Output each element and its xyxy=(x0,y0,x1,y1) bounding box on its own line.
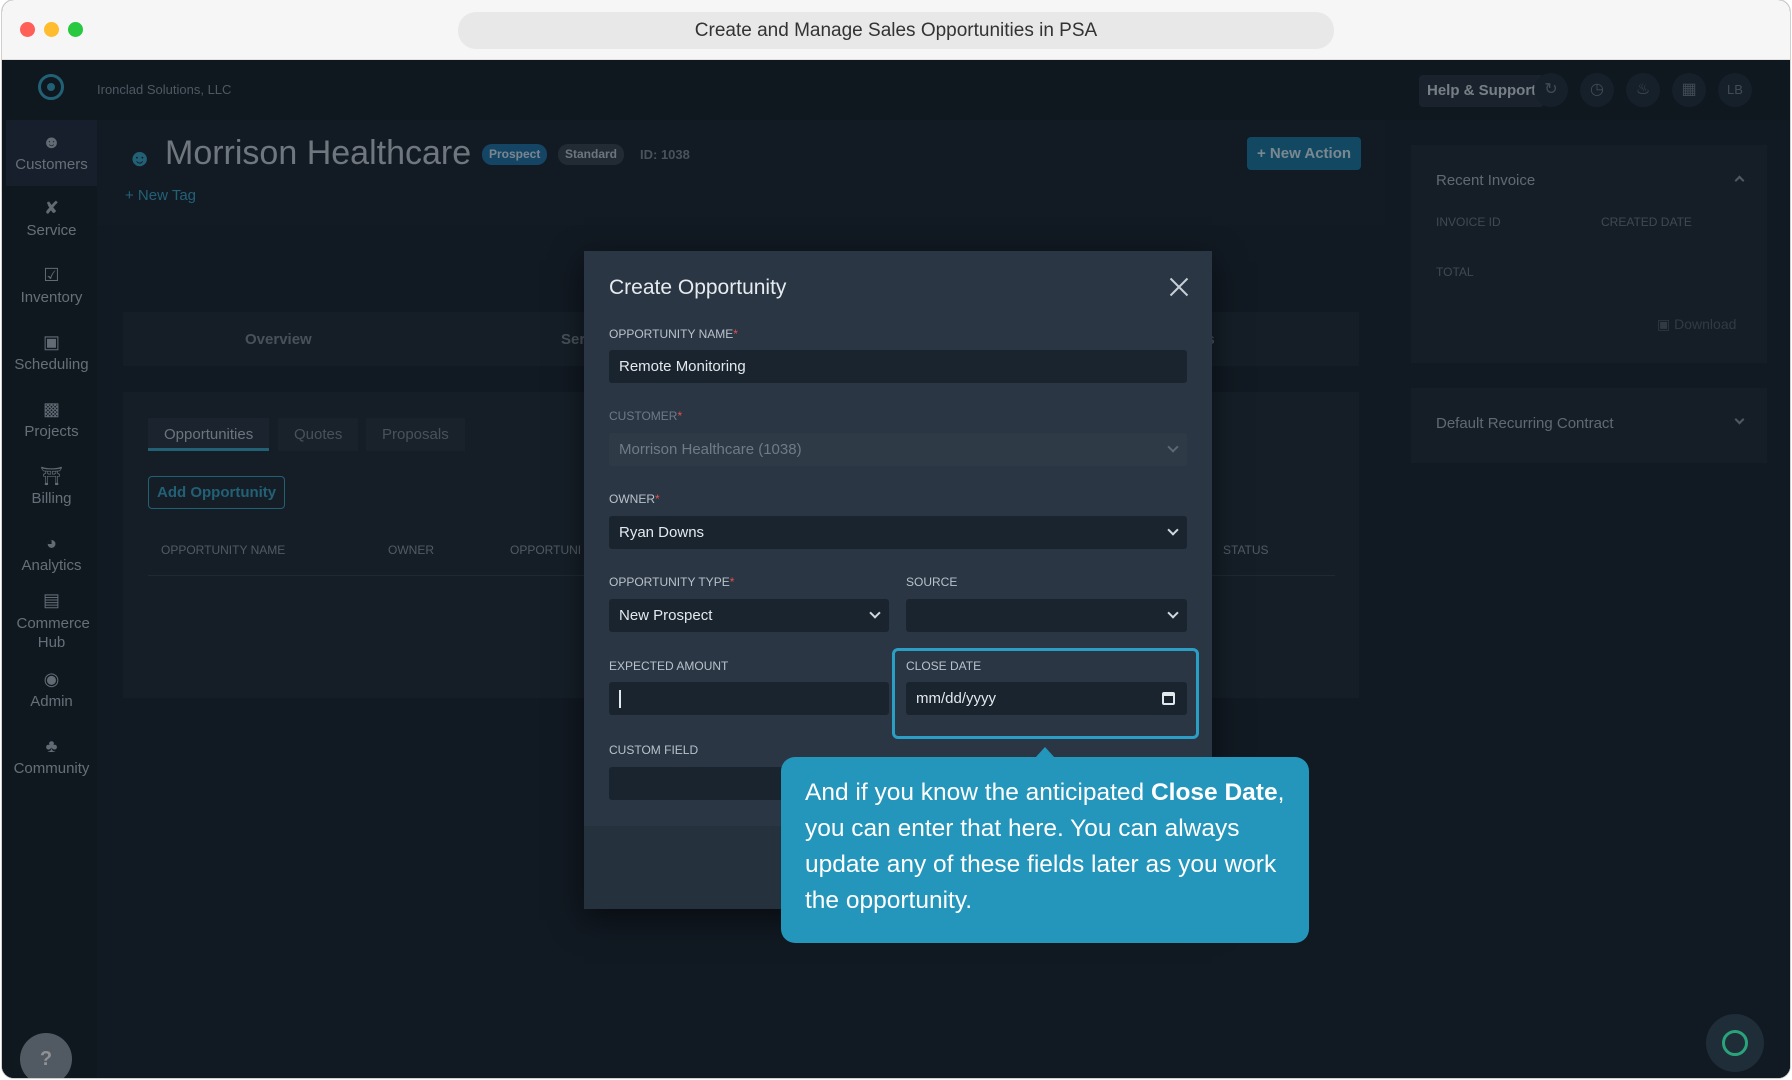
required-mark: * xyxy=(655,492,660,506)
label-text: CUSTOMER xyxy=(609,409,678,423)
required-mark: * xyxy=(733,327,738,341)
customer-value: Morrison Healthcare (1038) xyxy=(619,441,802,458)
chevron-down-icon xyxy=(1167,524,1179,536)
chevron-down-icon xyxy=(1167,441,1179,453)
owner-select[interactable]: Ryan Downs xyxy=(609,516,1187,549)
opportunity-type-select[interactable]: New Prospect xyxy=(609,599,889,632)
source-label: SOURCE xyxy=(906,575,958,589)
source-select[interactable] xyxy=(906,599,1187,632)
maximize-window-button[interactable] xyxy=(68,22,83,37)
opportunity-type-label: OPPORTUNITY TYPE* xyxy=(609,575,734,589)
title-bar: Create and Manage Sales Opportunities in… xyxy=(2,0,1790,60)
walkthrough-tooltip: And if you know the anticipated Close Da… xyxy=(781,757,1309,943)
minimize-window-button[interactable] xyxy=(44,22,59,37)
type-value: New Prospect xyxy=(619,607,713,624)
customer-select[interactable]: Morrison Healthcare (1038) xyxy=(609,433,1187,466)
owner-label: OWNER* xyxy=(609,492,660,506)
tooltip-bold-text: Close Date xyxy=(1150,779,1278,806)
browser-window: Create and Manage Sales Opportunities in… xyxy=(2,0,1790,1078)
custom-field-label: CUSTOM FIELD xyxy=(609,743,699,757)
required-mark: * xyxy=(729,575,735,589)
customer-label: CUSTOMER* xyxy=(609,409,682,423)
close-icon[interactable] xyxy=(1167,275,1191,299)
window-title: Create and Manage Sales Opportunities in… xyxy=(458,12,1334,49)
opportunity-name-label: OPPORTUNITY NAME* xyxy=(609,327,738,341)
close-date-highlight xyxy=(892,648,1199,739)
chevron-down-icon xyxy=(1167,607,1179,619)
label-text: OPPORTUNITY TYPE xyxy=(609,575,730,589)
assistant-chat-icon[interactable] xyxy=(1706,1014,1764,1072)
text-cursor xyxy=(619,690,621,708)
modal-title: Create Opportunity xyxy=(609,276,787,299)
expected-amount-input[interactable] xyxy=(609,682,889,715)
required-mark: * xyxy=(677,409,683,423)
tooltip-text: And if you know the anticipated xyxy=(805,779,1151,806)
label-text: OPPORTUNITY NAME xyxy=(609,327,734,341)
owner-value: Ryan Downs xyxy=(619,524,705,541)
chevron-down-icon xyxy=(869,607,881,619)
close-window-button[interactable] xyxy=(20,22,35,37)
label-text: OWNER xyxy=(609,492,655,506)
opportunity-name-input[interactable]: Remote Monitoring xyxy=(609,350,1187,383)
expected-amount-label: EXPECTED AMOUNT xyxy=(609,659,729,673)
